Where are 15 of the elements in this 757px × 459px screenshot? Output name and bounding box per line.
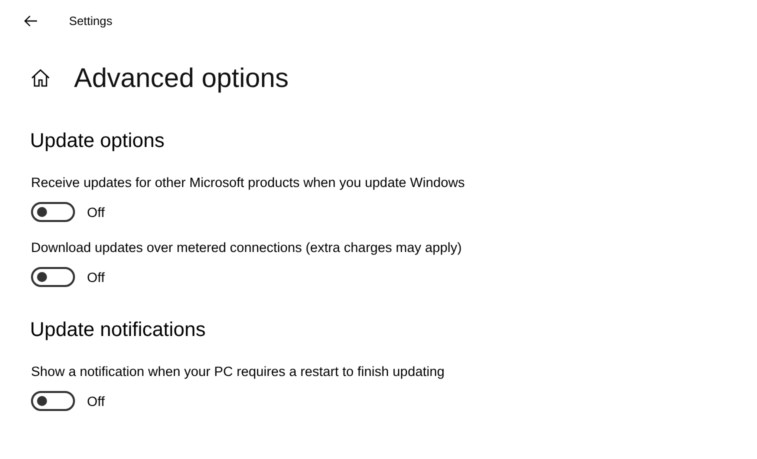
section-heading: Update notifications (30, 318, 207, 343)
page-title: Advanced options (74, 62, 289, 94)
section-heading: Update options (30, 129, 166, 154)
toggle-switch[interactable] (31, 202, 75, 222)
setting-label: Download updates over metered connections (extra charges may apply) (31, 239, 463, 257)
setting-label: Show a notification when your PC requires a restart to finish updating (31, 363, 446, 381)
setting-label: Receive updates for other Microsoft products when you update Windows (31, 174, 466, 192)
toggle-state: Off (87, 394, 105, 408)
toggle-state: Off (87, 270, 105, 284)
toggle-switch[interactable] (31, 391, 75, 411)
toggle-switch[interactable] (31, 267, 75, 287)
home-icon[interactable] (31, 69, 50, 87)
back-arrow-icon[interactable] (24, 15, 38, 27)
toggle-state: Off (87, 204, 105, 220)
window-title: Settings (69, 14, 112, 28)
